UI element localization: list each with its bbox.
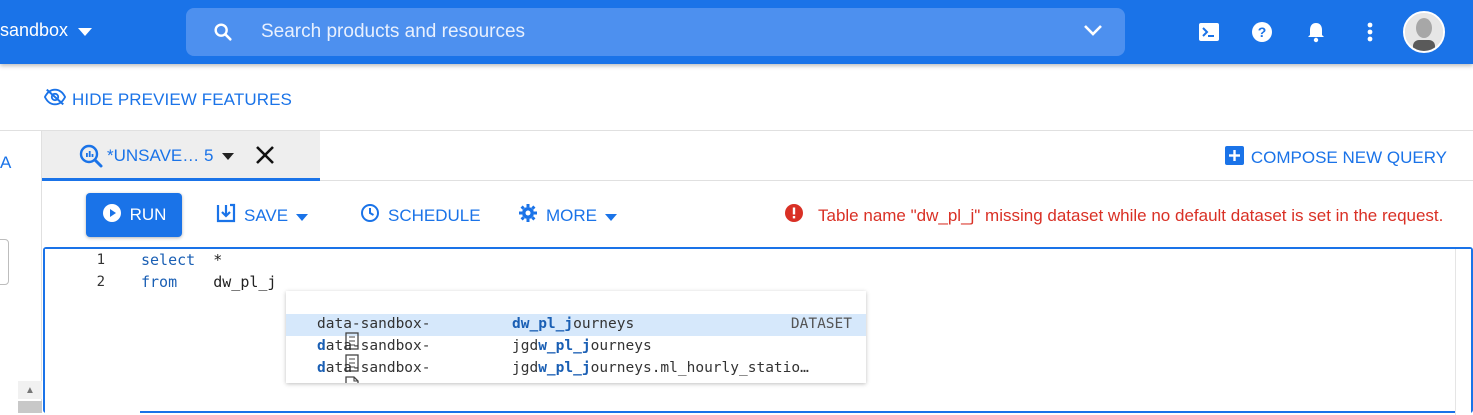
- sql-keyword: select: [141, 251, 196, 269]
- scroll-up-arrow-icon[interactable]: ▲: [18, 381, 42, 399]
- chevron-down-icon: [78, 20, 93, 41]
- cloud-shell-icon[interactable]: [1197, 20, 1221, 44]
- clock-icon: [360, 203, 380, 228]
- run-button[interactable]: RUN: [86, 193, 182, 237]
- chevron-down-icon[interactable]: [1083, 23, 1103, 42]
- left-panel: A ▲: [0, 131, 42, 413]
- tab-unsaved-query[interactable]: *UNSAVE… 5: [42, 131, 320, 181]
- error-icon: [784, 203, 804, 228]
- suggestion-match: d: [317, 360, 326, 376]
- preview-bar: HIDE PREVIEW FEATURES: [0, 64, 1473, 131]
- gear-icon: [518, 203, 538, 228]
- play-circle-icon: [102, 203, 122, 228]
- sql-text: *: [213, 251, 223, 269]
- suggestion-match: d: [317, 338, 326, 354]
- line-number: 1: [96, 252, 105, 268]
- suggestion-text: ourneys.ml_hourly_statio…: [590, 360, 809, 376]
- chevron-down-icon: [296, 206, 309, 226]
- search-input[interactable]: Search products and resources: [261, 21, 525, 43]
- code-line[interactable]: from dw_pl_j: [141, 273, 276, 291]
- chevron-down-icon: [605, 206, 617, 226]
- query-icon: [78, 143, 104, 174]
- sql-keyword: from: [141, 273, 178, 291]
- autocomplete-dropdown: data-sandbox- dw_pl_journeys DATASET dat…: [286, 291, 866, 383]
- suggestion-kind: DATASET: [790, 316, 852, 332]
- help-icon[interactable]: ?: [1250, 20, 1274, 44]
- suggestion-item[interactable]: data-sandbox- jgdw_pl_journeys.ml_hourly…: [286, 358, 866, 383]
- query-toolbar: RUN SAVE SCHEDULE MORE Table name "dw_pl…: [42, 181, 1473, 247]
- line-number: 2: [96, 274, 105, 290]
- suggestion-text: jgd: [512, 360, 539, 376]
- validation-error: Table name "dw_pl_j" missing dataset whi…: [784, 203, 1443, 228]
- schedule-label: SCHEDULE: [388, 205, 481, 225]
- more-label: MORE: [546, 205, 597, 225]
- tab-label: *UNSAVE… 5: [107, 146, 214, 165]
- more-vert-icon[interactable]: [1358, 20, 1382, 44]
- suggestion-text: jgd: [512, 338, 539, 354]
- schedule-button[interactable]: SCHEDULE: [360, 203, 481, 228]
- suggestion-item[interactable]: data-sandbox- jgdw_pl_journeys: [286, 336, 866, 372]
- search-icon: [212, 21, 234, 48]
- suggestion-text: ourneys: [573, 316, 635, 332]
- save-label: SAVE: [244, 205, 289, 225]
- compose-label: COMPOSE NEW QUERY: [1250, 148, 1447, 167]
- error-message: Table name "dw_pl_j" missing dataset whi…: [818, 205, 1444, 225]
- compose-new-query-button[interactable]: COMPOSE NEW QUERY: [1224, 146, 1447, 170]
- hide-preview-features-button[interactable]: HIDE PREVIEW FEATURES: [43, 88, 292, 111]
- notifications-bell-icon[interactable]: [1304, 20, 1328, 44]
- add-box-icon: [1224, 146, 1244, 170]
- code-line[interactable]: select *: [141, 251, 222, 269]
- project-name: sandbox: [0, 20, 69, 40]
- left-panel-label: A: [0, 153, 12, 172]
- avatar[interactable]: [1403, 11, 1445, 53]
- chevron-down-icon[interactable]: [222, 148, 234, 166]
- svg-text:?: ?: [1258, 24, 1267, 40]
- editor-scrollbar[interactable]: [1455, 249, 1471, 415]
- save-button[interactable]: SAVE: [216, 203, 309, 228]
- save-icon: [216, 203, 236, 228]
- suggestion-item[interactable]: data-sandbox- dw_pl_journeys DATASET: [286, 314, 866, 350]
- search-bar[interactable]: Search products and resources: [186, 8, 1125, 56]
- suggestion-match: dw_pl_j: [512, 316, 574, 332]
- suggestion-project: data-sandbox-: [317, 316, 431, 332]
- run-label: RUN: [129, 205, 167, 224]
- query-tabs: *UNSAVE… 5 COMPOSE NEW QUERY: [42, 131, 1473, 181]
- suggestion-match: w_pl_j: [538, 360, 591, 376]
- suggestion-project: ata-sandbox-: [325, 338, 431, 354]
- sql-text: dw_pl_j: [213, 273, 277, 291]
- left-panel-input[interactable]: [0, 239, 9, 285]
- more-button[interactable]: MORE: [518, 203, 617, 228]
- top-bar: sandbox Search products and resources ?: [0, 0, 1473, 64]
- visibility-off-icon: [43, 88, 67, 111]
- scrollbar-thumb[interactable]: [18, 401, 42, 413]
- line-gutter: 1 2: [45, 249, 140, 415]
- hide-preview-label: HIDE PREVIEW FEATURES: [72, 89, 292, 109]
- close-icon[interactable]: [254, 144, 276, 171]
- suggestion-text: ourneys: [590, 338, 652, 354]
- suggestion-match: w_pl_j: [538, 338, 591, 354]
- suggestion-project: ata-sandbox-: [325, 360, 431, 376]
- project-selector[interactable]: sandbox: [0, 20, 93, 41]
